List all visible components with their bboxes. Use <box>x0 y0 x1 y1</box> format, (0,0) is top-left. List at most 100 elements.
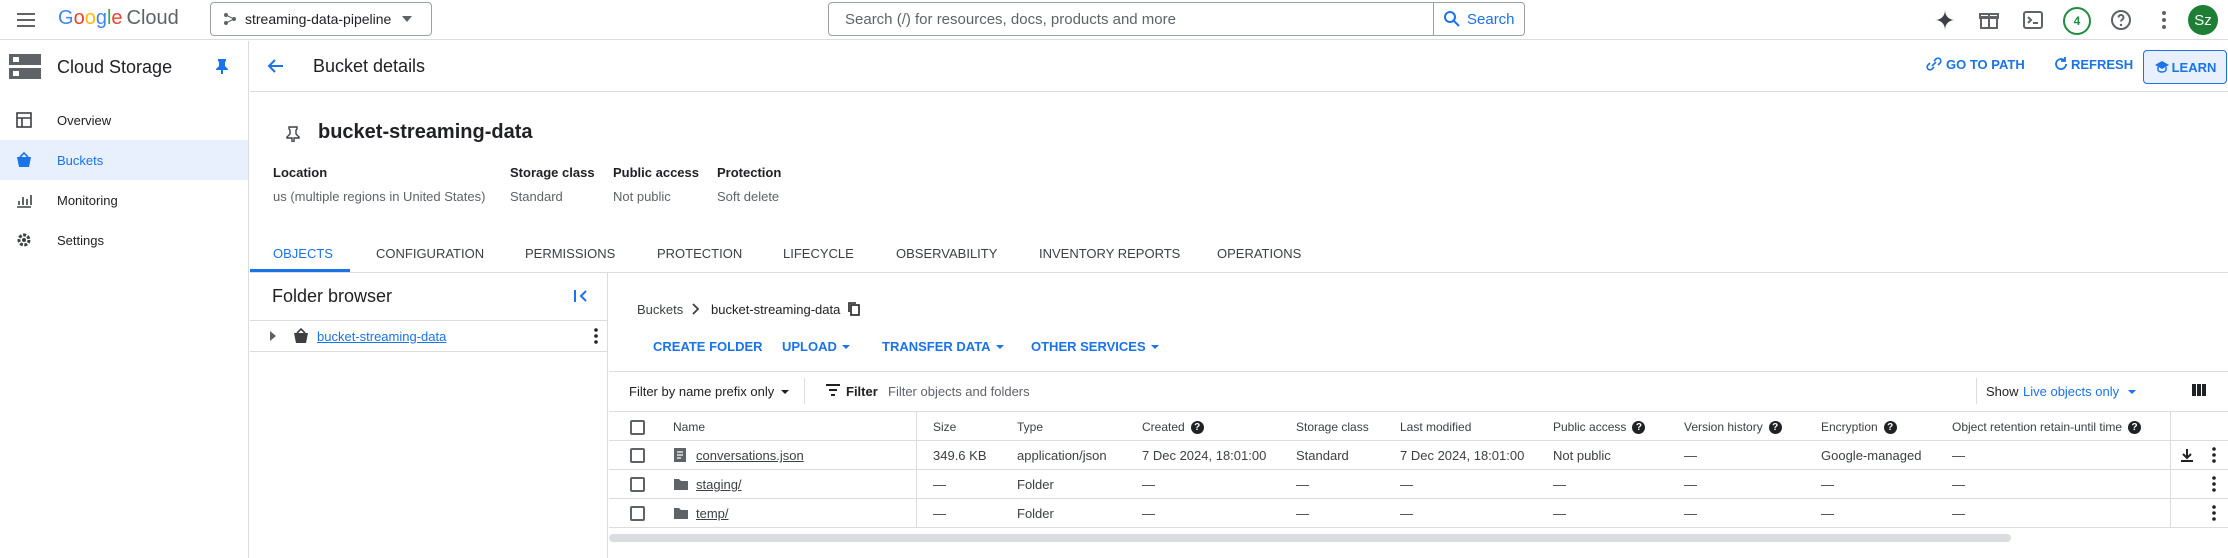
cell-version-history: — <box>1684 477 1697 492</box>
column-display-icon[interactable] <box>2191 382 2207 398</box>
download-icon[interactable] <box>2179 447 2195 463</box>
pin-icon[interactable] <box>215 58 229 74</box>
search-icon <box>1444 11 1460 27</box>
refresh-button[interactable]: REFRESH <box>2053 56 2133 72</box>
sidebar-item-settings[interactable]: Settings <box>0 220 248 260</box>
project-selector[interactable]: streaming-data-pipeline <box>210 2 432 36</box>
help-icon[interactable] <box>2109 8 2133 32</box>
bucket-name: bucket-streaming-data <box>318 121 533 143</box>
table-row[interactable] <box>609 499 2228 528</box>
tab-inventory-reports[interactable]: INVENTORY REPORTS <box>1039 246 1180 261</box>
tab-operations[interactable]: OPERATIONS <box>1217 246 1301 261</box>
tab-observability[interactable]: OBSERVABILITY <box>896 246 997 261</box>
sidebar-item-label: Overview <box>57 112 112 128</box>
show-select[interactable]: Live objects only <box>2023 384 2137 399</box>
tab-protection[interactable]: PROTECTION <box>657 246 742 261</box>
horizontal-scrollbar[interactable] <box>609 534 2011 542</box>
row-checkbox[interactable] <box>630 448 645 463</box>
col-header-encryption[interactable]: Encryption? <box>1821 420 1897 434</box>
logo-letter: o <box>73 7 85 29</box>
search-button[interactable]: Search <box>1433 2 1525 36</box>
folder-tree-bucket-link[interactable]: bucket-streaming-data <box>317 329 446 344</box>
logo-cloud-text: Cloud <box>126 7 179 29</box>
product-title: Cloud Storage <box>57 57 173 77</box>
row-checkbox[interactable] <box>630 477 645 492</box>
object-name-link[interactable]: temp/ <box>696 506 729 521</box>
tab-lifecycle[interactable]: LIFECYCLE <box>783 246 854 261</box>
object-name-link[interactable]: conversations.json <box>696 448 804 463</box>
folder-browser-pane <box>250 273 608 558</box>
sidebar-item-monitoring[interactable]: Monitoring <box>0 180 248 220</box>
col-header-name[interactable]: Name <box>673 420 705 434</box>
avatar-initials: Sz <box>2194 11 2212 29</box>
help-icon[interactable]: ? <box>2128 420 2142 434</box>
create-folder-button[interactable]: CREATE FOLDER <box>653 339 763 354</box>
help-icon[interactable]: ? <box>1768 420 1782 434</box>
cell-version-history: — <box>1684 506 1697 521</box>
more-options-icon[interactable] <box>2206 504 2222 522</box>
more-options-icon[interactable] <box>2152 8 2176 32</box>
upload-button[interactable]: UPLOAD <box>782 339 851 354</box>
chevron-right-icon <box>690 302 702 316</box>
cell-type: Folder <box>1017 506 1054 521</box>
logo-letter: G <box>58 7 74 29</box>
collapse-panel-icon[interactable] <box>573 288 589 304</box>
col-header-last-modified[interactable]: Last modified <box>1400 420 1471 434</box>
folder-browser-title: Folder browser <box>272 286 393 306</box>
more-options-icon[interactable] <box>2206 446 2222 464</box>
transfer-data-button[interactable]: TRANSFER DATA <box>882 339 1005 354</box>
filter-lines-icon[interactable] <box>825 383 841 397</box>
caret-down-icon <box>781 389 790 394</box>
gemini-sparkle-icon[interactable] <box>1933 8 1957 32</box>
filter-input[interactable]: Filter objects and folders <box>888 384 1030 399</box>
row-checkbox[interactable] <box>630 506 645 521</box>
back-arrow-icon[interactable] <box>266 56 286 76</box>
col-header-created[interactable]: Created? <box>1142 420 1204 434</box>
breadcrumb-buckets[interactable]: Buckets <box>637 302 683 317</box>
copy-icon[interactable] <box>847 301 861 317</box>
cloud-shell-icon[interactable] <box>2021 8 2045 32</box>
col-header-version-history[interactable]: Version history? <box>1684 420 1782 434</box>
more-options-icon[interactable] <box>588 327 604 345</box>
learn-button[interactable]: LEARN <box>2143 50 2227 84</box>
page-title: Bucket details <box>313 56 426 76</box>
tab-configuration[interactable]: CONFIGURATION <box>376 246 484 261</box>
table-row[interactable] <box>609 470 2228 499</box>
col-header-public-access[interactable]: Public access? <box>1553 420 1646 434</box>
cell-size: 349.6 KB <box>933 448 987 463</box>
notifications-badge[interactable]: 4 <box>2063 7 2091 35</box>
expand-caret-icon[interactable] <box>268 330 278 342</box>
more-options-icon[interactable] <box>2206 475 2222 493</box>
object-name-link[interactable]: staging/ <box>696 477 742 492</box>
search-input[interactable]: Search (/) for resources, docs, products… <box>828 2 1434 36</box>
main-menu-icon[interactable] <box>14 8 38 32</box>
col-header-storage-class[interactable]: Storage class <box>1296 420 1369 434</box>
sidebar-item-buckets[interactable]: Buckets <box>0 140 248 180</box>
cell-last-modified: — <box>1400 477 1413 492</box>
select-all-checkbox[interactable] <box>630 420 645 435</box>
sidebar-item-overview[interactable]: Overview <box>0 100 248 140</box>
google-cloud-logo[interactable]: Google Cloud <box>58 7 179 30</box>
help-icon[interactable]: ? <box>1632 420 1646 434</box>
chart-icon <box>16 192 32 208</box>
help-icon[interactable]: ? <box>1190 420 1204 434</box>
filter-divider <box>804 378 805 404</box>
go-to-path-button[interactable]: GO TO PATH <box>1926 56 2025 72</box>
gift-icon[interactable] <box>1977 8 2001 32</box>
go-to-path-label: GO TO PATH <box>1946 56 2025 72</box>
cell-public-access: — <box>1553 506 1566 521</box>
sidebar-item-label: Buckets <box>57 152 104 168</box>
filter-mode-select[interactable]: Filter by name prefix only <box>629 384 790 399</box>
avatar[interactable]: Sz <box>2188 5 2218 35</box>
meta-value-public-access: Not public <box>613 189 671 204</box>
bucket-pin-icon[interactable] <box>286 126 300 142</box>
meta-value-location: us (multiple regions in United States) <box>273 189 486 204</box>
col-header-size[interactable]: Size <box>933 420 956 434</box>
col-header-type[interactable]: Type <box>1017 420 1043 434</box>
tab-permissions[interactable]: PERMISSIONS <box>525 246 615 261</box>
other-services-button[interactable]: OTHER SERVICES <box>1031 339 1160 354</box>
project-icon <box>224 13 236 25</box>
help-icon[interactable]: ? <box>1883 420 1897 434</box>
col-header-retention[interactable]: Object retention retain-until time? <box>1952 420 2142 434</box>
tab-objects[interactable]: OBJECTS <box>273 246 333 261</box>
